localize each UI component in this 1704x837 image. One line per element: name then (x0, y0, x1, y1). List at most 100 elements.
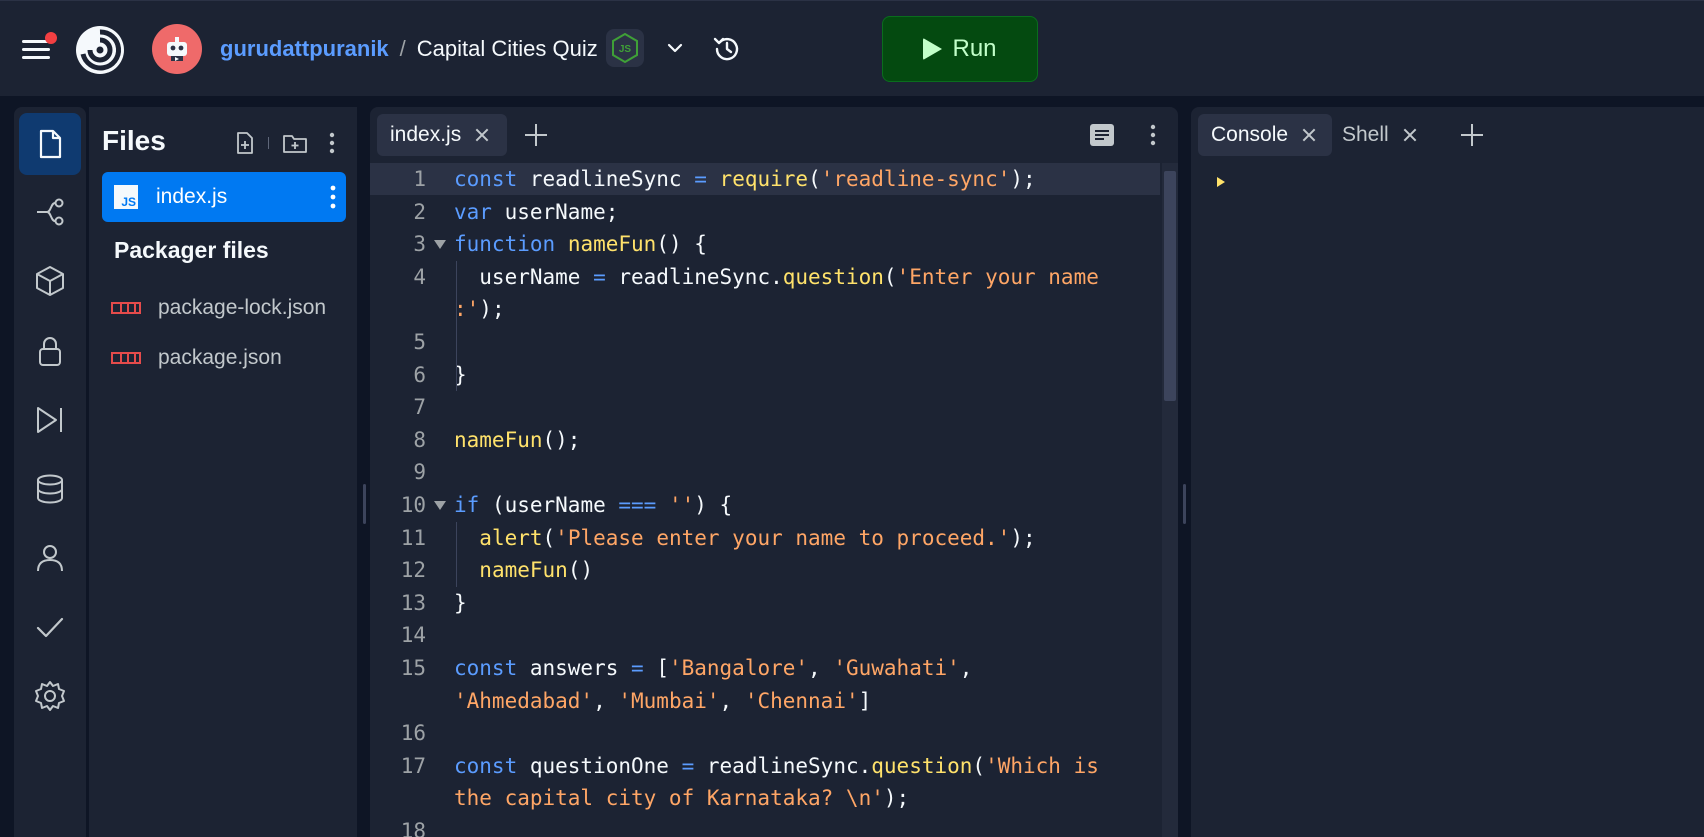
rail-settings-button[interactable] (19, 665, 81, 727)
code-line[interactable]: 8 nameFun(); (370, 424, 1160, 456)
npm-icon (111, 352, 141, 364)
editor-outline-button[interactable] (1087, 120, 1117, 150)
rail-auth-button[interactable] (19, 527, 81, 589)
code-line[interactable]: 7 (370, 391, 1160, 423)
rail-files-button[interactable] (19, 113, 81, 175)
code-line[interactable]: 15 const answers = ['Bangalore', 'Guwahat… (370, 652, 1160, 684)
file-options-icon[interactable] (330, 184, 336, 210)
code-token: answers (517, 656, 632, 680)
editor-more-button[interactable] (1138, 120, 1168, 150)
new-folder-icon (283, 135, 307, 153)
rail-packages-button[interactable] (19, 250, 81, 312)
code-line[interactable]: 13} (370, 587, 1160, 619)
breadcrumb: gurudattpuranik / Capital Cities Quiz (220, 35, 598, 63)
line-number: 17 (400, 754, 426, 778)
document-outline-icon (1090, 124, 1114, 146)
nodejs-icon: JS (612, 33, 638, 63)
files-panel-title: Files (102, 125, 166, 156)
new-file-button[interactable] (229, 127, 261, 159)
code-line[interactable]: 10 if (userName === '') { (370, 489, 1160, 521)
line-source: const readlineSync = require('readline-s… (454, 163, 1036, 195)
line-number: 13 (400, 591, 426, 615)
tab-console[interactable]: Console (1198, 114, 1332, 156)
rail-git-button[interactable] (19, 181, 81, 243)
line-number: 11 (400, 526, 426, 550)
line-number: 7 (413, 395, 426, 419)
editor-scroll-thumb[interactable] (1164, 171, 1176, 401)
code-token: question (871, 754, 973, 778)
close-tab-icon[interactable] (1403, 128, 1417, 142)
tab-shell[interactable]: Shell (1341, 114, 1441, 156)
editor-tab-label: index.js (390, 123, 462, 146)
code-line[interactable]: :'); (370, 293, 1160, 325)
replit-logo-icon[interactable] (74, 24, 126, 76)
file-item-package-lock-json[interactable]: package-lock.json (111, 288, 326, 328)
chevron-down-icon[interactable] (664, 37, 686, 59)
fold-arrow-icon[interactable] (434, 240, 446, 249)
line-number: 12 (400, 558, 426, 582)
project-title[interactable]: Capital Cities Quiz (417, 36, 598, 62)
rail-database-button[interactable] (19, 458, 81, 520)
files-more-button[interactable] (316, 127, 348, 159)
code-line[interactable]: 2 var userName; (370, 196, 1160, 228)
user-icon (37, 545, 63, 572)
step-forward-icon (37, 407, 62, 433)
nodejs-language-badge[interactable]: JS (606, 29, 644, 67)
play-icon (923, 38, 943, 60)
code-line[interactable]: 3 function nameFun() { (370, 228, 1160, 260)
code-line[interactable]: 11 alert('Please enter your name to proc… (370, 522, 1160, 554)
code-token: () { (656, 232, 707, 256)
rail-secrets-button[interactable] (19, 320, 81, 382)
editor-scrollbar[interactable] (1162, 163, 1178, 837)
code-line[interactable]: 5 (370, 326, 1160, 358)
files-editor-resize-handle[interactable] (363, 484, 366, 524)
line-source: if (userName === '') { (454, 489, 732, 521)
file-icon (39, 129, 62, 159)
code-area[interactable]: 1 const readlineSync = require('readline-… (370, 163, 1160, 837)
code-line[interactable]: 'Ahmedabad', 'Mumbai', 'Chennai'] (370, 685, 1160, 717)
new-folder-button[interactable] (279, 127, 311, 159)
code-line[interactable]: 12 nameFun() (370, 554, 1160, 586)
rail-tests-button[interactable] (19, 596, 81, 658)
code-token: userName (454, 265, 594, 289)
npm-icon (111, 302, 141, 314)
run-button-label: Run (952, 35, 997, 62)
close-tab-icon[interactable] (1302, 128, 1316, 142)
run-button[interactable]: Run (882, 16, 1038, 82)
code-token: :' (454, 297, 480, 321)
file-item-package-json[interactable]: package.json (111, 338, 282, 378)
console-pane: Console Shell (1191, 107, 1704, 837)
editor-tab-index-js[interactable]: index.js (377, 114, 507, 156)
breadcrumb-username[interactable]: gurudattpuranik (220, 36, 389, 62)
code-line[interactable]: 9 (370, 456, 1160, 488)
code-line[interactable]: 16 (370, 717, 1160, 749)
code-token: nameFun (479, 558, 568, 582)
code-token: ( (883, 265, 897, 289)
code-token: 'Enter your name (896, 265, 1099, 289)
code-token: 'Ahmedabad' (454, 689, 594, 713)
indent-guide (456, 522, 457, 587)
line-source: } (454, 587, 467, 619)
history-icon[interactable] (711, 33, 743, 65)
line-source: nameFun(); (454, 424, 580, 456)
code-token: = (694, 167, 707, 191)
add-console-tab-button[interactable] (1461, 124, 1483, 146)
code-token: ); (1010, 526, 1036, 550)
rail-debugger-button[interactable] (19, 389, 81, 451)
add-editor-tab-button[interactable] (525, 124, 547, 146)
editor-console-resize-handle[interactable] (1183, 484, 1186, 524)
user-avatar[interactable] (152, 24, 202, 74)
code-line[interactable]: 1 const readlineSync = require('readline-… (370, 163, 1160, 195)
code-line[interactable]: 14 (370, 619, 1160, 651)
code-line[interactable]: 6} (370, 359, 1160, 391)
code-line[interactable]: 4 userName = readlineSync.question('Ente… (370, 261, 1160, 293)
fold-arrow-icon[interactable] (434, 501, 446, 510)
code-line[interactable]: 17 const questionOne = readlineSync.quest… (370, 750, 1160, 782)
line-number: 9 (413, 460, 426, 484)
code-line[interactable]: the capital city of Karnataka? \n'); (370, 782, 1160, 814)
file-item-index-js[interactable]: JS index.js (102, 172, 346, 222)
code-line[interactable]: 18 (370, 815, 1160, 837)
close-tab-icon[interactable] (475, 128, 489, 142)
